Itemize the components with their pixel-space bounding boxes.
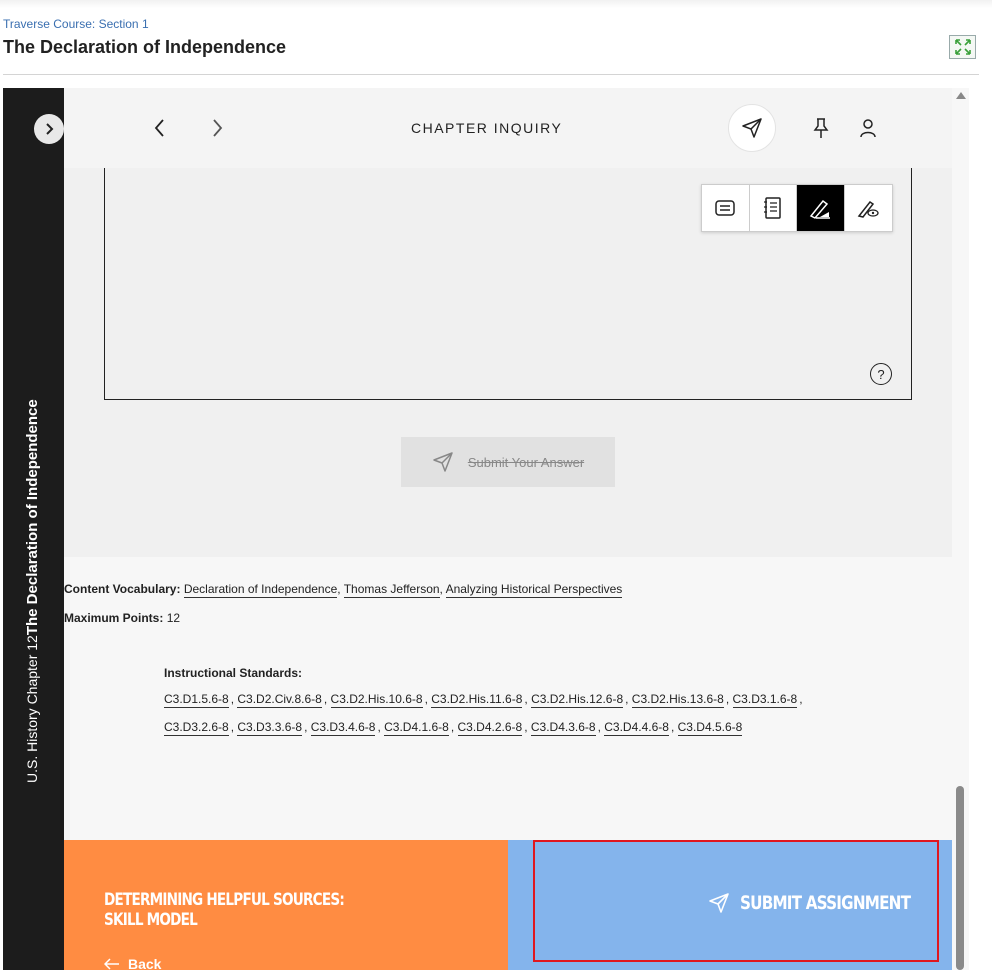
send-button[interactable] [728, 104, 776, 152]
standard-link[interactable]: C3.D4.5.6-8 [677, 720, 743, 736]
points-value: 12 [166, 611, 181, 625]
pin-icon [813, 118, 829, 138]
standard-link[interactable]: C3.D2.His.12.6-8 [531, 692, 624, 708]
sidebar-lesson: The Declaration of Independence [24, 399, 41, 636]
header-shade [0, 0, 992, 8]
expand-fullscreen-button[interactable] [949, 35, 976, 59]
user-icon [860, 119, 876, 138]
answer-toolbar [701, 184, 893, 232]
footer-navigation: DETERMINING HELPFUL SOURCES: SKILL MODEL… [64, 840, 952, 970]
page-title: The Declaration of Independence [3, 37, 287, 57]
standard-link[interactable]: C3.D4.2.6-8 [457, 720, 523, 736]
standard-link[interactable]: C3.D3.1.6-8 [732, 692, 798, 708]
content-vocabulary: Content Vocabulary: Declaration of Indep… [64, 582, 623, 598]
profile-button[interactable] [856, 116, 880, 140]
previous-lesson-title: DETERMINING HELPFUL SOURCES: SKILL MODEL [104, 890, 345, 930]
draw-mode-button[interactable] [797, 185, 845, 231]
answer-panel: ? Submit Your Answer [64, 168, 952, 557]
notebook-icon [763, 197, 781, 219]
standard-link[interactable]: C3.D4.4.6-8 [604, 720, 669, 736]
submit-assignment-label: SUBMIT ASSIGNMENT [740, 892, 911, 914]
arrow-left-icon [104, 958, 119, 970]
vocab-link[interactable]: Declaration of Independence [183, 582, 338, 598]
standard-link[interactable]: C3.D3.2.6-8 [164, 720, 229, 736]
previous-lesson-card[interactable]: DETERMINING HELPFUL SOURCES: SKILL MODEL… [64, 840, 508, 970]
scrollbar[interactable] [952, 88, 969, 970]
breadcrumb[interactable]: Traverse Course: Section 1 [3, 17, 149, 31]
send-icon [742, 118, 762, 138]
preview-button[interactable] [844, 185, 892, 231]
sidebar-chapter: U.S. History Chapter 12 [24, 635, 40, 783]
chevron-right-icon [213, 119, 223, 137]
vocab-link[interactable]: Thomas Jefferson [343, 582, 440, 598]
standard-link[interactable]: C3.D3.4.6-8 [310, 720, 376, 736]
back-link[interactable]: Back [104, 956, 161, 970]
help-icon[interactable]: ? [870, 363, 892, 385]
standard-link[interactable]: C3.D2.Civ.8.6-8 [237, 692, 322, 708]
sidebar-toggle-button[interactable] [34, 114, 64, 144]
pencil-eye-icon [857, 200, 879, 218]
standards-row: C3.D3.2.6-8, C3.D3.3.6-8, C3.D3.4.6-8, C… [164, 720, 743, 736]
vocab-label: Content Vocabulary: [64, 582, 181, 596]
text-mode-button[interactable] [702, 185, 750, 231]
standards-row: C3.D1.5.6-8, C3.D2.Civ.8.6-8, C3.D2.His.… [164, 692, 803, 708]
notebook-button[interactable] [749, 185, 797, 231]
maximum-points: Maximum Points: 12 [64, 611, 180, 625]
top-header: Traverse Course: Section 1 The Declarati… [0, 0, 992, 88]
chevron-left-icon [154, 119, 164, 137]
points-label: Maximum Points: [64, 611, 164, 625]
previous-page-button[interactable] [148, 116, 172, 140]
send-icon [433, 452, 453, 472]
chapter-nav-bar: CHAPTER INQUIRY [64, 88, 952, 168]
send-icon [709, 893, 729, 913]
pencil-icon [810, 199, 831, 219]
submit-assignment-card[interactable]: SUBMIT ASSIGNMENT [508, 840, 952, 970]
chevron-right-icon [46, 123, 54, 135]
expand-icon [954, 39, 971, 55]
submit-answer-button[interactable]: Submit Your Answer [401, 437, 615, 487]
back-label: Back [128, 956, 162, 970]
header-divider [3, 74, 979, 75]
next-page-button[interactable] [205, 116, 229, 140]
nav-title: CHAPTER INQUIRY [411, 120, 563, 136]
text-box-icon [715, 200, 735, 216]
standard-link[interactable]: C3.D2.His.13.6-8 [631, 692, 724, 708]
scroll-thumb[interactable] [956, 786, 964, 970]
submit-answer-label: Submit Your Answer [467, 454, 585, 470]
answer-input-area[interactable]: ? [104, 168, 912, 400]
standard-link[interactable]: C3.D1.5.6-8 [164, 692, 229, 708]
sidebar-title: U.S. History Chapter 12The Declaration o… [24, 373, 44, 783]
vocab-link[interactable]: Analyzing Historical Perspectives [445, 582, 623, 598]
pin-button[interactable] [809, 116, 833, 140]
standard-link[interactable]: C3.D4.1.6-8 [384, 720, 449, 736]
standards-label: Instructional Standards: [164, 666, 303, 680]
standard-link[interactable]: C3.D2.His.11.6-8 [431, 692, 523, 708]
chapter-sidebar: U.S. History Chapter 12The Declaration o… [3, 88, 64, 970]
standard-link[interactable]: C3.D3.3.6-8 [237, 720, 303, 736]
content-frame: U.S. History Chapter 12The Declaration o… [3, 88, 969, 970]
submit-assignment-button[interactable]: SUBMIT ASSIGNMENT [708, 892, 953, 914]
standard-link[interactable]: C3.D4.3.6-8 [530, 720, 596, 736]
scroll-up-arrow[interactable] [956, 92, 966, 99]
instructional-standards: Instructional Standards: C3.D1.5.6-8, C3… [164, 666, 864, 748]
standard-link[interactable]: C3.D2.His.10.6-8 [330, 692, 423, 708]
